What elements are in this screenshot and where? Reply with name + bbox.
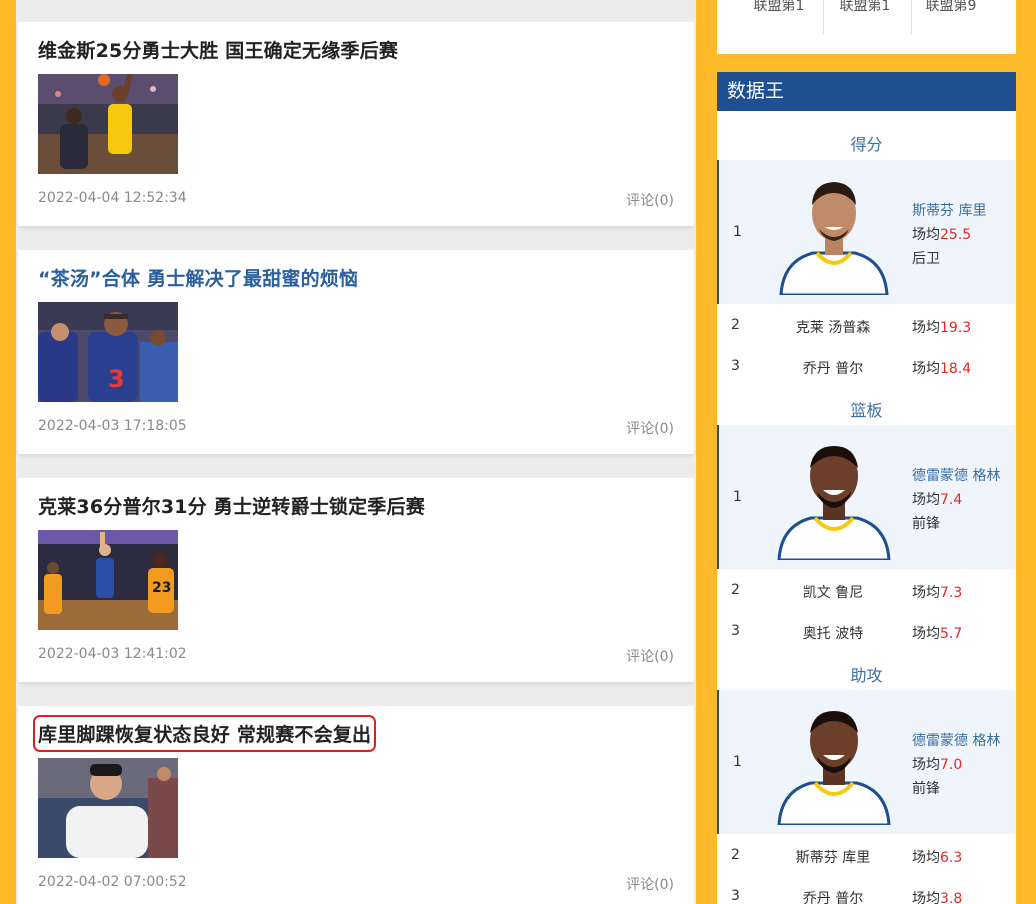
player-name[interactable]: 乔丹 普尔 — [775, 358, 891, 378]
comments-link[interactable]: 评论(0) — [626, 646, 674, 666]
news-title[interactable]: 库里脚踝恢复状态良好 常规赛不会复出 — [32, 715, 377, 752]
rank-number: 1 — [733, 754, 742, 770]
player-name[interactable]: 德雷蒙德 格林 — [912, 730, 1000, 750]
avg-label: 场均 — [912, 492, 940, 508]
svg-text:23: 23 — [152, 580, 171, 596]
rank-row[interactable]: 2 凯文 鲁尼 场均7.3 — [717, 571, 1016, 611]
comments-link[interactable]: 评论(0) — [626, 190, 674, 210]
news-card[interactable]: 维金斯25分勇士大胜 国王确定无缘季后赛 2022-04-04 12:52:34… — [18, 22, 694, 227]
player-name[interactable]: 乔丹 普尔 — [775, 888, 891, 904]
news-date: 2022-04-03 12:41:02 — [38, 646, 187, 662]
player-average: 场均7.0 — [912, 754, 962, 774]
svg-text:3: 3 — [108, 365, 125, 393]
stat-value: 3.8 — [940, 891, 963, 904]
leader-row[interactable]: 1 德雷蒙德 格林 场均7.4 前锋 — [717, 425, 1016, 569]
rank-number: 3 — [731, 888, 740, 904]
comments-link[interactable]: 评论(0) — [626, 874, 674, 894]
player-average: 场均25.5 — [912, 224, 971, 244]
rank-row[interactable]: 2 克莱 汤普森 场均19.3 — [717, 306, 1016, 346]
rank-row[interactable]: 3 乔丹 普尔 场均18.4 — [717, 347, 1016, 387]
category-title: 篮板 — [850, 401, 883, 420]
avg-label: 场均 — [912, 850, 940, 866]
player-average: 场均6.3 — [912, 847, 962, 867]
rank-number: 2 — [731, 582, 740, 598]
news-thumbnail[interactable]: 3 — [38, 302, 178, 402]
player-average: 场均19.3 — [912, 317, 971, 337]
player-average: 场均7.3 — [912, 582, 962, 602]
rank-number: 3 — [731, 358, 740, 374]
player-average: 场均7.4 — [912, 489, 962, 509]
player-name[interactable]: 克莱 汤普森 — [775, 317, 891, 337]
news-title[interactable]: 维金斯25分勇士大胜 国王确定无缘季后赛 — [38, 36, 398, 63]
news-date: 2022-04-02 07:00:52 — [38, 874, 187, 890]
player-name[interactable]: 斯蒂芬 库里 — [912, 200, 986, 220]
player-photo[interactable] — [773, 434, 895, 560]
comments-link[interactable]: 评论(0) — [626, 418, 674, 438]
league-rank: 联盟第1 — [839, 0, 891, 14]
rank-number: 2 — [731, 847, 740, 863]
player-name[interactable]: 凯文 鲁尼 — [775, 582, 891, 602]
stat-value: 7.4 — [940, 492, 963, 508]
leader-row[interactable]: 1 斯蒂芬 库里 场均25.5 后卫 — [717, 160, 1016, 304]
league-rank: 联盟第1 — [753, 0, 805, 14]
leader-row[interactable]: 1 德雷蒙德 格林 场均7.0 前锋 — [717, 690, 1016, 834]
news-card[interactable]: 库里脚踝恢复状态良好 常规赛不会复出 2022-04-02 07:00:52 评… — [18, 706, 694, 904]
rank-number: 1 — [733, 489, 742, 505]
player-photo[interactable] — [773, 699, 895, 825]
panel-header: 数据王 — [717, 72, 1016, 111]
player-photo[interactable] — [773, 169, 895, 295]
news-thumbnail[interactable]: 23 — [38, 530, 178, 630]
avg-label: 场均 — [912, 585, 940, 601]
rank-row[interactable]: 3 乔丹 普尔 场均3.8 — [717, 877, 1016, 904]
stat-value: 18.4 — [940, 361, 972, 377]
news-thumbnail[interactable] — [38, 74, 178, 174]
avg-label: 场均 — [912, 361, 940, 377]
rank-number: 2 — [731, 317, 740, 333]
news-title[interactable]: “茶汤”合体 勇士解决了最甜蜜的烦恼 — [38, 264, 358, 291]
rank-row[interactable]: 3 奥托 波特 场均5.7 — [717, 612, 1016, 652]
category-title: 得分 — [850, 135, 883, 154]
news-card[interactable]: 克莱36分普尔31分 勇士逆转爵士锁定季后赛 23 2022-04-03 12:… — [18, 478, 694, 683]
news-date: 2022-04-04 12:52:34 — [38, 190, 187, 206]
rank-number: 3 — [731, 623, 740, 639]
avg-label: 场均 — [912, 757, 940, 773]
rank-number: 1 — [733, 224, 742, 240]
avg-label: 场均 — [912, 891, 940, 904]
news-date: 2022-04-03 17:18:05 — [38, 418, 187, 434]
news-title[interactable]: 克莱36分普尔31分 勇士逆转爵士锁定季后赛 — [38, 492, 425, 519]
player-average: 场均5.7 — [912, 623, 962, 643]
stat-value: 19.3 — [940, 320, 972, 336]
player-position: 后卫 — [912, 251, 940, 267]
player-average: 场均18.4 — [912, 358, 971, 378]
news-card[interactable]: “茶汤”合体 勇士解决了最甜蜜的烦恼 3 2022-04-03 17:18:05… — [18, 250, 694, 455]
category-title: 助攻 — [850, 666, 883, 685]
player-name[interactable]: 德雷蒙德 格林 — [912, 465, 1000, 485]
stat-value: 7.3 — [940, 585, 963, 601]
player-position: 前锋 — [912, 781, 940, 797]
stat-value: 7.0 — [940, 757, 963, 773]
avg-label: 场均 — [912, 227, 940, 243]
stat-value: 5.7 — [940, 626, 963, 642]
avg-label: 场均 — [912, 320, 940, 336]
news-thumbnail[interactable] — [38, 758, 178, 858]
player-name[interactable]: 斯蒂芬 库里 — [775, 847, 891, 867]
player-position: 前锋 — [912, 516, 940, 532]
team-rank-box: 联盟第1 联盟第1 联盟第9 — [717, 0, 1016, 54]
stat-leaders-panel: 数据王 得分 1 斯蒂芬 库里 场均25.5 后卫 2 克莱 汤普森 场均19.… — [717, 72, 1016, 904]
player-average: 场均3.8 — [912, 888, 962, 904]
avg-label: 场均 — [912, 626, 940, 642]
stat-value: 25.5 — [940, 227, 972, 243]
player-name[interactable]: 奥托 波特 — [775, 623, 891, 643]
league-rank: 联盟第9 — [925, 0, 977, 14]
rank-row[interactable]: 2 斯蒂芬 库里 场均6.3 — [717, 836, 1016, 876]
news-list: 维金斯25分勇士大胜 国王确定无缘季后赛 2022-04-04 12:52:34… — [16, 0, 696, 904]
stat-value: 6.3 — [940, 850, 963, 866]
